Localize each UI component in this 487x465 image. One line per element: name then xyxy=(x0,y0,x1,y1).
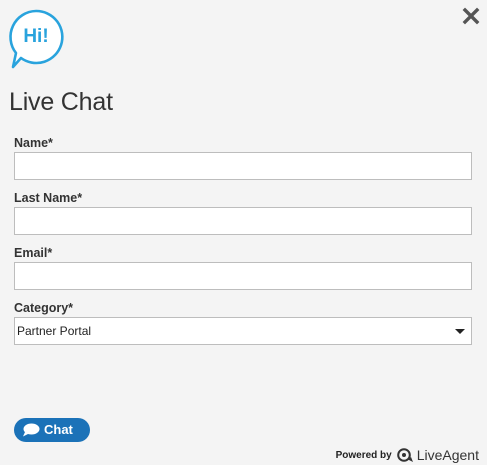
last-name-field-group: Last Name* xyxy=(14,190,472,235)
live-chat-widget: Hi! Live Chat Name* Last Name* Email* Ca… xyxy=(0,0,487,465)
chat-bubble-icon xyxy=(23,423,40,437)
name-field-group: Name* xyxy=(14,135,472,180)
category-selected-value: Partner Portal xyxy=(17,324,92,338)
name-input[interactable] xyxy=(14,152,472,180)
brand-name: LiveAgent xyxy=(416,447,479,463)
last-name-label: Last Name* xyxy=(14,191,83,205)
caret-down-icon xyxy=(455,329,465,334)
liveagent-logo-icon xyxy=(396,448,413,462)
powered-by-footer[interactable]: Powered by LiveAgent xyxy=(336,446,479,464)
chat-button-label: Chat xyxy=(44,422,73,437)
category-label: Category* xyxy=(14,301,74,315)
close-icon[interactable] xyxy=(461,6,481,26)
chat-button[interactable]: Chat xyxy=(14,418,90,442)
name-label: Name* xyxy=(14,136,53,150)
category-field-group: Category* Partner Portal xyxy=(14,300,472,345)
greeting-text: Hi! xyxy=(23,26,49,47)
email-input[interactable] xyxy=(14,262,472,290)
last-name-input[interactable] xyxy=(14,207,472,235)
powered-by-text: Powered by xyxy=(335,449,392,461)
speech-bubble-icon: Hi! xyxy=(8,9,70,71)
page-title: Live Chat xyxy=(9,88,113,116)
email-field-group: Email* xyxy=(14,245,472,290)
email-label: Email* xyxy=(14,246,53,260)
category-select[interactable]: Partner Portal xyxy=(14,317,472,345)
